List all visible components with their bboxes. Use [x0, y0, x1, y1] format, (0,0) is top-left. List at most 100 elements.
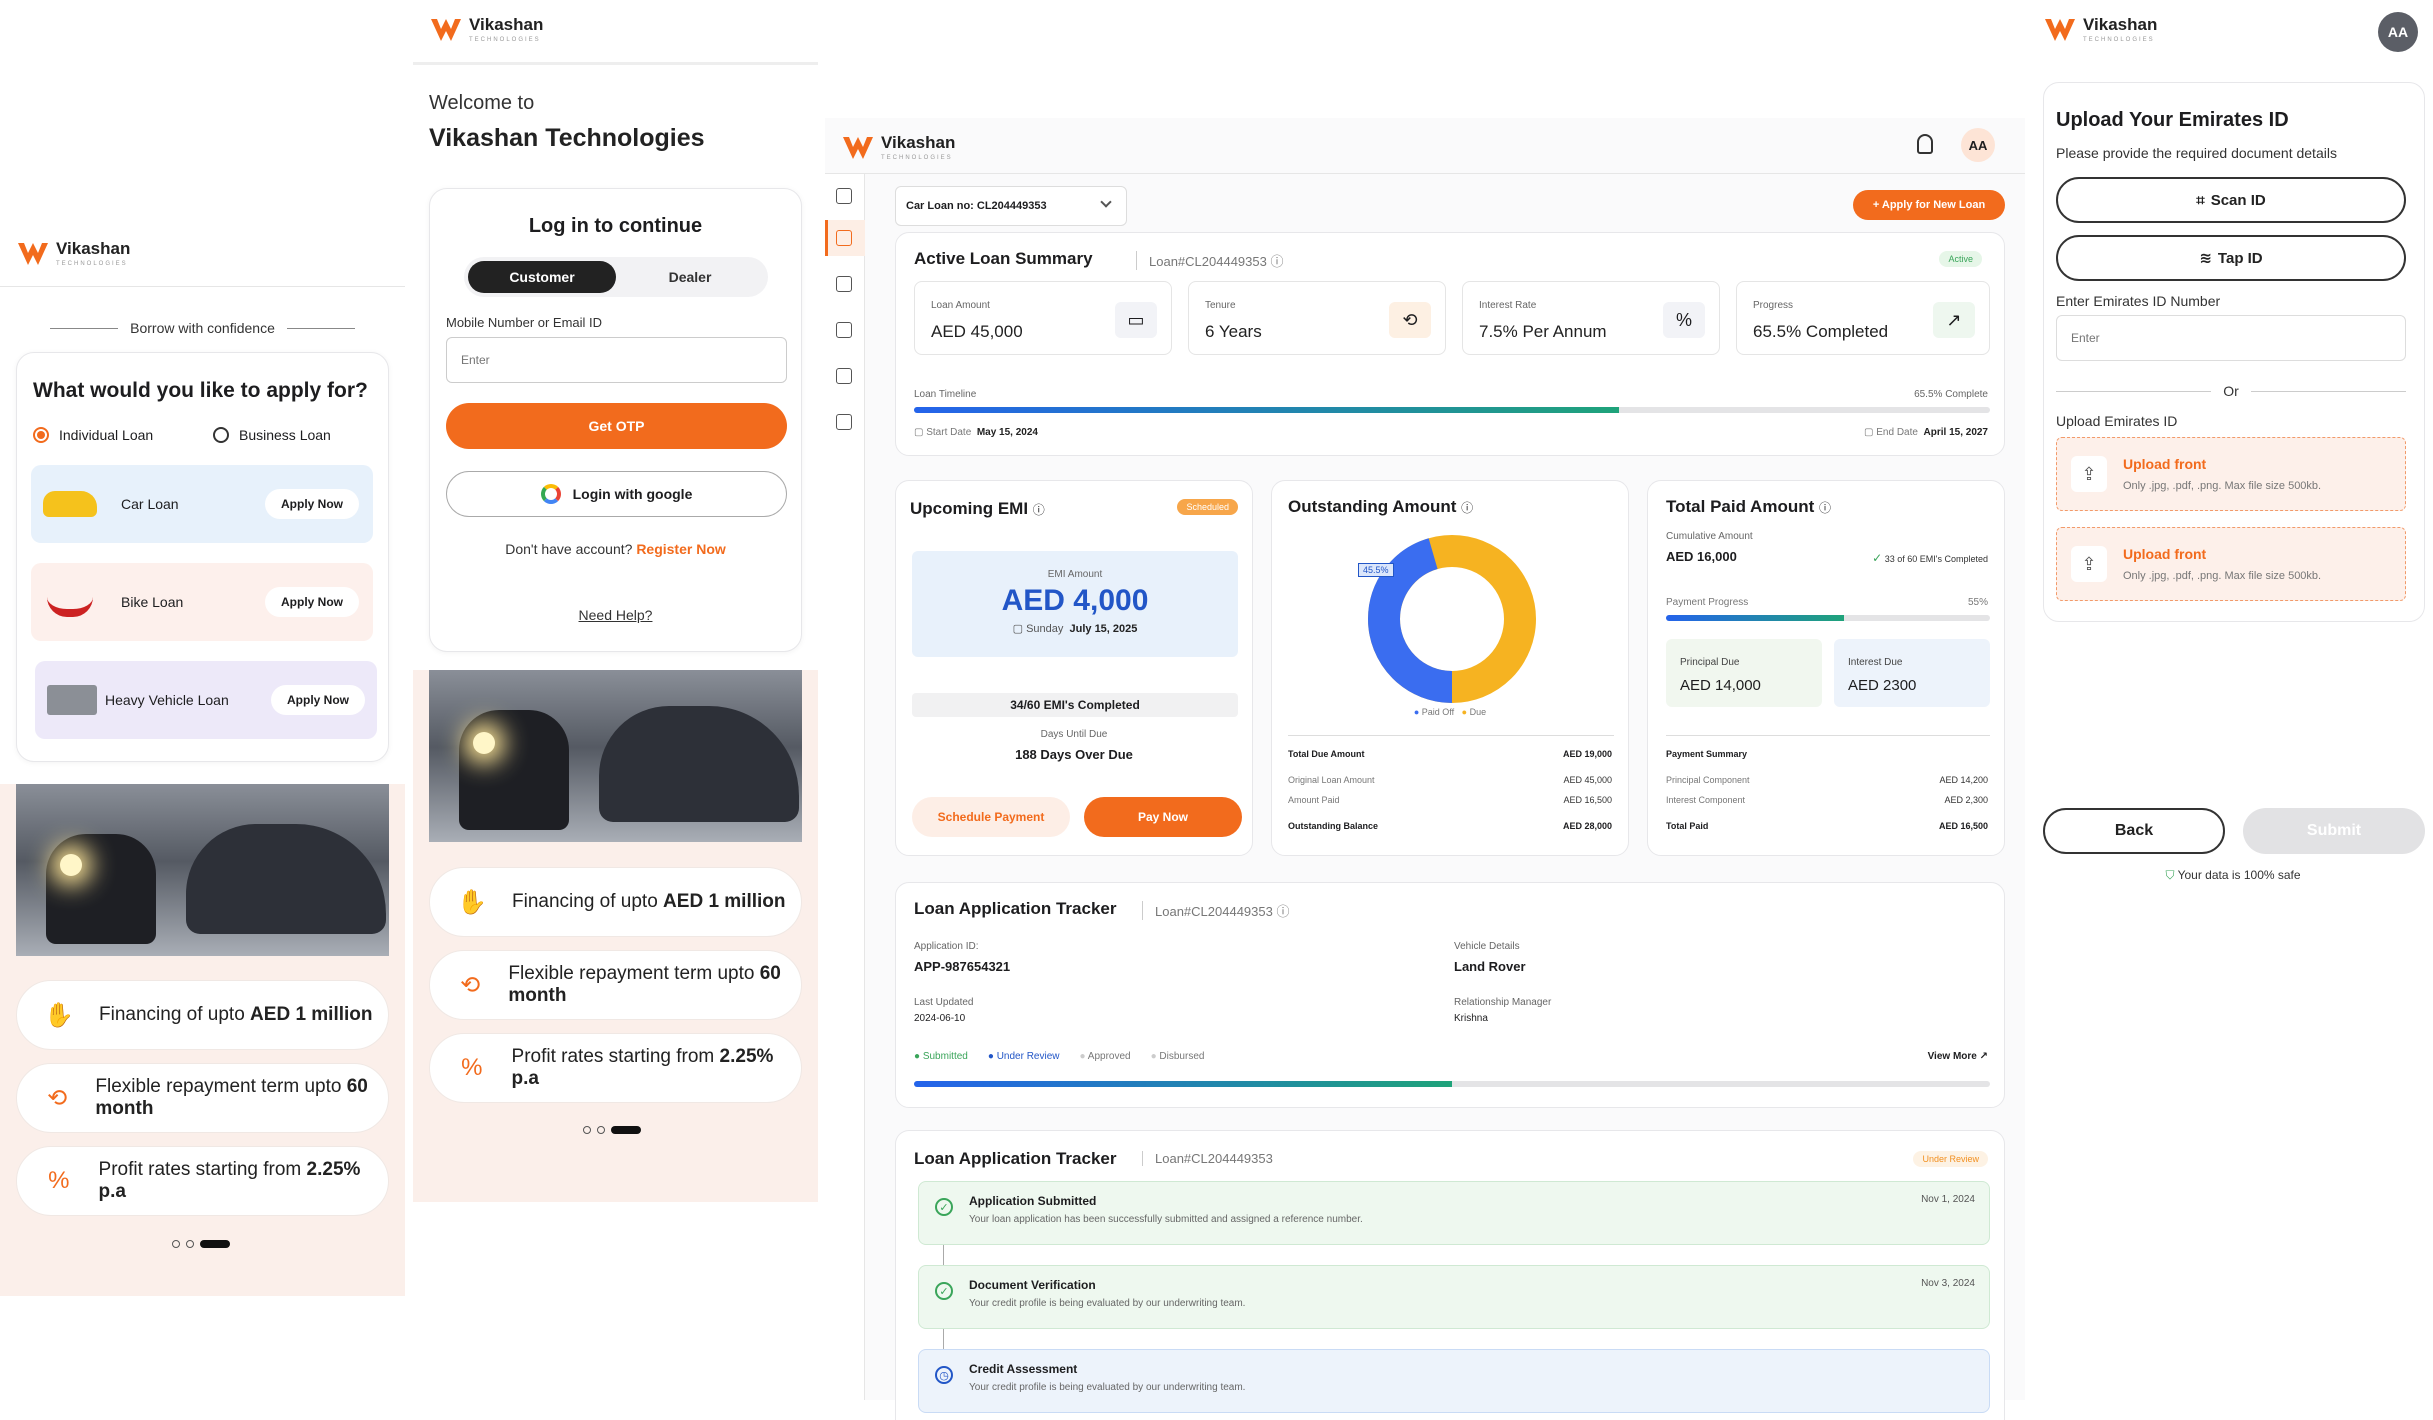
interest-due-box: Interest Due AED 2300: [1834, 639, 1990, 707]
brand-logo: Vikashan TECHNOLOGIES: [841, 134, 955, 161]
grid-icon[interactable]: [836, 188, 852, 204]
emirates-id-card: Upload Your Emirates ID Please provide t…: [2043, 82, 2425, 622]
carousel-dots[interactable]: [583, 1126, 641, 1134]
wifi-icon: ≋: [2199, 250, 2212, 267]
step-disbursed: ● Disbursed: [1150, 1051, 1205, 1062]
user-avatar[interactable]: AA: [1961, 128, 1995, 162]
heavy-vehicle-loan-option[interactable]: Heavy Vehicle Loan Apply Now: [35, 661, 377, 739]
pay-now-button[interactable]: Pay Now: [1084, 797, 1242, 837]
upload-label: Upload Emirates ID: [2056, 413, 2178, 429]
emirates-id-input[interactable]: [2056, 315, 2406, 361]
chart-up-icon: ↗: [1933, 302, 1975, 338]
payment-progress-bar: [1666, 615, 1990, 621]
outstanding-amount-card: Outstanding Amount ⓘ 45.5% ● Paid Off ● …: [1271, 480, 1629, 856]
tagline: Borrow with confidence: [130, 320, 275, 336]
repeat-icon: ⟲: [460, 971, 481, 999]
feature-financing: ✋ Financing of upto AED 1 million: [429, 867, 802, 937]
back-button[interactable]: Back: [2043, 808, 2225, 854]
loan-type-card: What would you like to apply for? Indivi…: [16, 352, 389, 762]
bell-icon[interactable]: [1917, 134, 1933, 154]
loan-question: What would you like to apply for?: [33, 379, 368, 402]
id-label: Enter Emirates ID Number: [2056, 293, 2221, 309]
schedule-payment-button[interactable]: Schedule Payment: [912, 797, 1070, 837]
data-safe-note: ⛉ Your data is 100% safe: [2165, 868, 2301, 882]
loan-select[interactable]: Car Loan no: CL204449353: [895, 186, 1127, 226]
check-icon: ✓: [935, 1198, 953, 1216]
shield-icon: ⛉: [2165, 868, 2175, 882]
principal-due-box: Principal Due AED 14,000: [1666, 639, 1822, 707]
home-icon[interactable]: [836, 414, 852, 430]
start-date: ▢ Start Date May 15, 2024: [914, 427, 1038, 438]
loan-application-tracker: Loan Application Tracker Loan#CL20444935…: [895, 882, 2005, 1108]
view-more-link[interactable]: View More ↗: [1928, 1051, 1988, 1062]
info-icon: ⓘ: [1032, 503, 1045, 517]
car-loan-option[interactable]: Car Loan Apply Now: [31, 465, 373, 543]
check-circle-icon: ✓: [1872, 551, 1883, 565]
emi-completed: 34/60 EMI's Completed: [912, 693, 1238, 717]
tracker-title: Loan Application Tracker: [914, 899, 1117, 918]
timeline-loan-no: Loan#CL204449353: [1142, 1151, 1273, 1166]
google-login-button[interactable]: Login with google: [446, 471, 787, 517]
welcome-text: Welcome to: [429, 92, 535, 114]
loan-icon-glyph: [836, 230, 852, 246]
feature-profit-rate: % Profit rates starting from 2.25% p.a: [16, 1146, 389, 1216]
user-type-toggle: Customer Dealer: [464, 257, 768, 297]
register-link[interactable]: Register Now: [636, 541, 725, 557]
feature-financing: ✋ Financing of upto AED 1 million: [16, 980, 389, 1050]
chevron-down-icon: [1100, 196, 1112, 208]
emi-amount-box: EMI Amount AED 4,000 ▢ Sunday July 15, 2…: [912, 551, 1238, 657]
apply-new-loan-button[interactable]: + Apply for New Loan: [1853, 190, 2005, 220]
login-title: Log in to continue: [528, 215, 703, 237]
timeline-bar: [914, 407, 1990, 413]
carousel-dots[interactable]: [172, 1240, 230, 1248]
handshake-icon: ✋: [44, 1001, 74, 1029]
emi-title: Upcoming EMI ⓘ: [910, 499, 1045, 518]
car-icon: [43, 491, 97, 517]
radio-individual[interactable]: Individual Loan: [33, 427, 153, 443]
apply-heavy-button[interactable]: Apply Now: [271, 685, 365, 715]
stat-progress: Progress 65.5% Completed ↗: [1736, 281, 1990, 355]
mobile-email-input[interactable]: [446, 337, 787, 383]
stat-loan-amount: Loan Amount AED 45,000 ▭: [914, 281, 1172, 355]
donut-percent-label: 45.5%: [1358, 563, 1394, 577]
help-link[interactable]: Need Help?: [430, 607, 801, 623]
scan-icon: ⌗: [2196, 191, 2205, 209]
upload-back-dropzone[interactable]: ⇪ Upload front Only .jpg, .pdf, .png. Ma…: [2056, 527, 2406, 601]
timeline-title: Loan Application Tracker: [914, 1149, 1117, 1168]
donut-legend: ● Paid Off ● Due: [1413, 707, 1487, 717]
repeat-icon: ⟲: [47, 1084, 68, 1112]
tap-id-button[interactable]: ≋ Tap ID: [2056, 235, 2406, 281]
check-icon: ✓: [935, 1282, 953, 1300]
get-otp-button[interactable]: Get OTP: [446, 403, 787, 449]
upload-icon: ⇪: [2071, 456, 2107, 492]
google-icon: [540, 484, 561, 504]
upload-title: Upload Your Emirates ID: [2056, 109, 2289, 131]
active-loan-summary: Active Loan Summary Loan#CL204449353 ⓘ A…: [895, 232, 2005, 456]
info-icon: ⓘ: [1819, 501, 1832, 515]
bike-icon: [47, 587, 93, 617]
under-review-badge: Under Review: [1913, 1151, 1988, 1167]
submit-button[interactable]: Submit: [2243, 808, 2425, 854]
or-divider: Or: [2223, 383, 2239, 399]
upload-subtitle: Please provide the required document det…: [2056, 145, 2337, 161]
stat-interest-rate: Interest Rate 7.5% Per Annum %: [1462, 281, 1720, 355]
percent-icon: %: [1663, 302, 1705, 338]
timeline-step-credit-assessment: ◷ Credit Assessment Your credit profile …: [918, 1349, 1990, 1413]
radio-business[interactable]: Business Loan: [213, 427, 331, 443]
bike-loan-option[interactable]: Bike Loan Apply Now: [31, 563, 373, 641]
apply-car-button[interactable]: Apply Now: [265, 489, 359, 519]
upload-front-dropzone[interactable]: ⇪ Upload front Only .jpg, .pdf, .png. Ma…: [2056, 437, 2406, 511]
summary-title: Active Loan Summary: [914, 249, 1093, 268]
tab-customer[interactable]: Customer: [468, 261, 616, 293]
card-icon[interactable]: [836, 276, 852, 292]
application-timeline: Loan Application Tracker Loan#CL20444935…: [895, 1130, 2005, 1420]
calculator-icon[interactable]: [836, 368, 852, 384]
document-icon[interactable]: [836, 322, 852, 338]
tab-dealer[interactable]: Dealer: [616, 261, 764, 293]
scan-id-button[interactable]: ⌗ Scan ID: [2056, 177, 2406, 223]
user-avatar[interactable]: AA: [2378, 12, 2418, 52]
timeline-step-submitted: ✓ Application Submitted Your loan applic…: [918, 1181, 1990, 1245]
apply-bike-button[interactable]: Apply Now: [265, 587, 359, 617]
timeline-fill: [914, 407, 1619, 413]
brand-logo: Vikashan TECHNOLOGIES: [2043, 16, 2157, 43]
